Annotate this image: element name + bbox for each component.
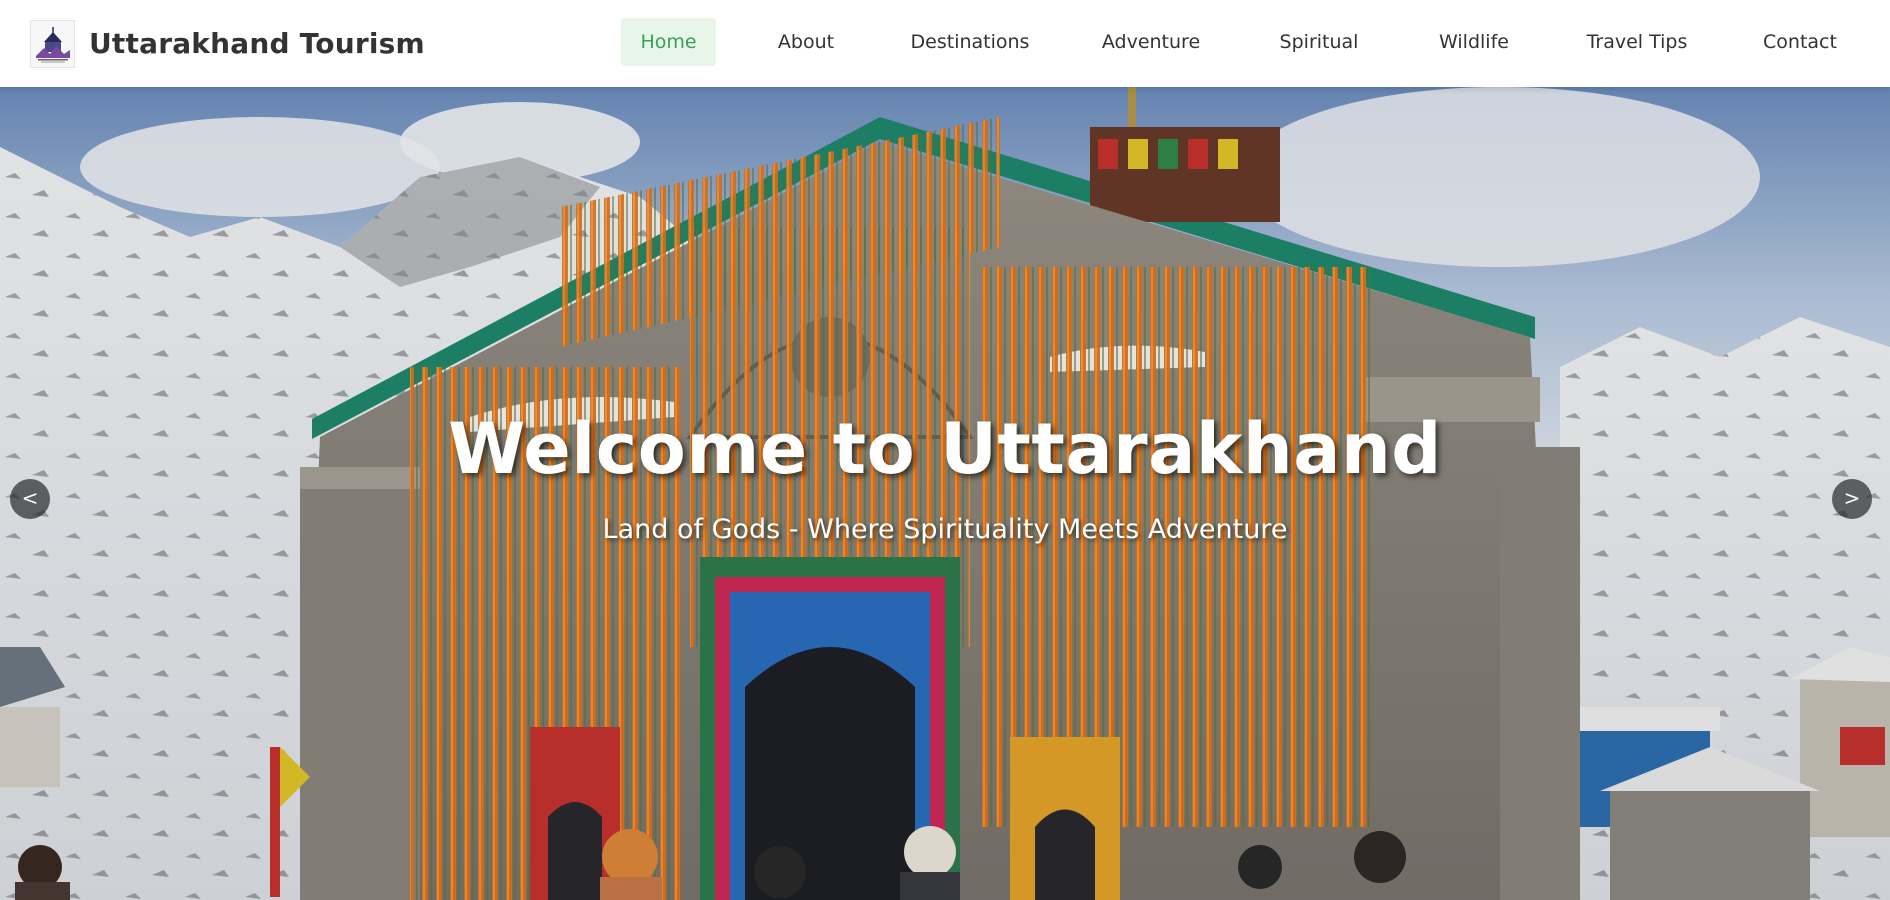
hero-subtitle: Land of Gods - Where Spirituality Meets …: [602, 514, 1288, 545]
hero-temple-image: [0, 87, 1890, 900]
temple-mountain-logo-icon: [30, 19, 75, 68]
nav-item-about[interactable]: About: [761, 18, 851, 66]
nav-item-home[interactable]: Home: [621, 18, 716, 66]
carousel-next-button[interactable]: >: [1832, 479, 1872, 519]
carousel-prev-button[interactable]: <: [10, 479, 50, 519]
hero-carousel: Welcome to Uttarakhand Land of Gods - Wh…: [0, 87, 1890, 900]
nav-item-travel-tips[interactable]: Travel Tips: [1580, 18, 1694, 66]
nav-item-wildlife[interactable]: Wildlife: [1424, 18, 1524, 66]
nav-item-destinations[interactable]: Destinations: [901, 18, 1039, 66]
hero-title: Welcome to Uttarakhand: [448, 408, 1442, 490]
nav-item-contact[interactable]: Contact: [1752, 18, 1848, 66]
brand-title: Uttarakhand Tourism: [89, 27, 425, 60]
brand[interactable]: Uttarakhand Tourism: [30, 19, 425, 68]
nav-item-adventure[interactable]: Adventure: [1094, 18, 1208, 66]
nav-item-spiritual[interactable]: Spiritual: [1269, 18, 1369, 66]
navbar: Uttarakhand Tourism Home About Destinati…: [0, 0, 1890, 87]
